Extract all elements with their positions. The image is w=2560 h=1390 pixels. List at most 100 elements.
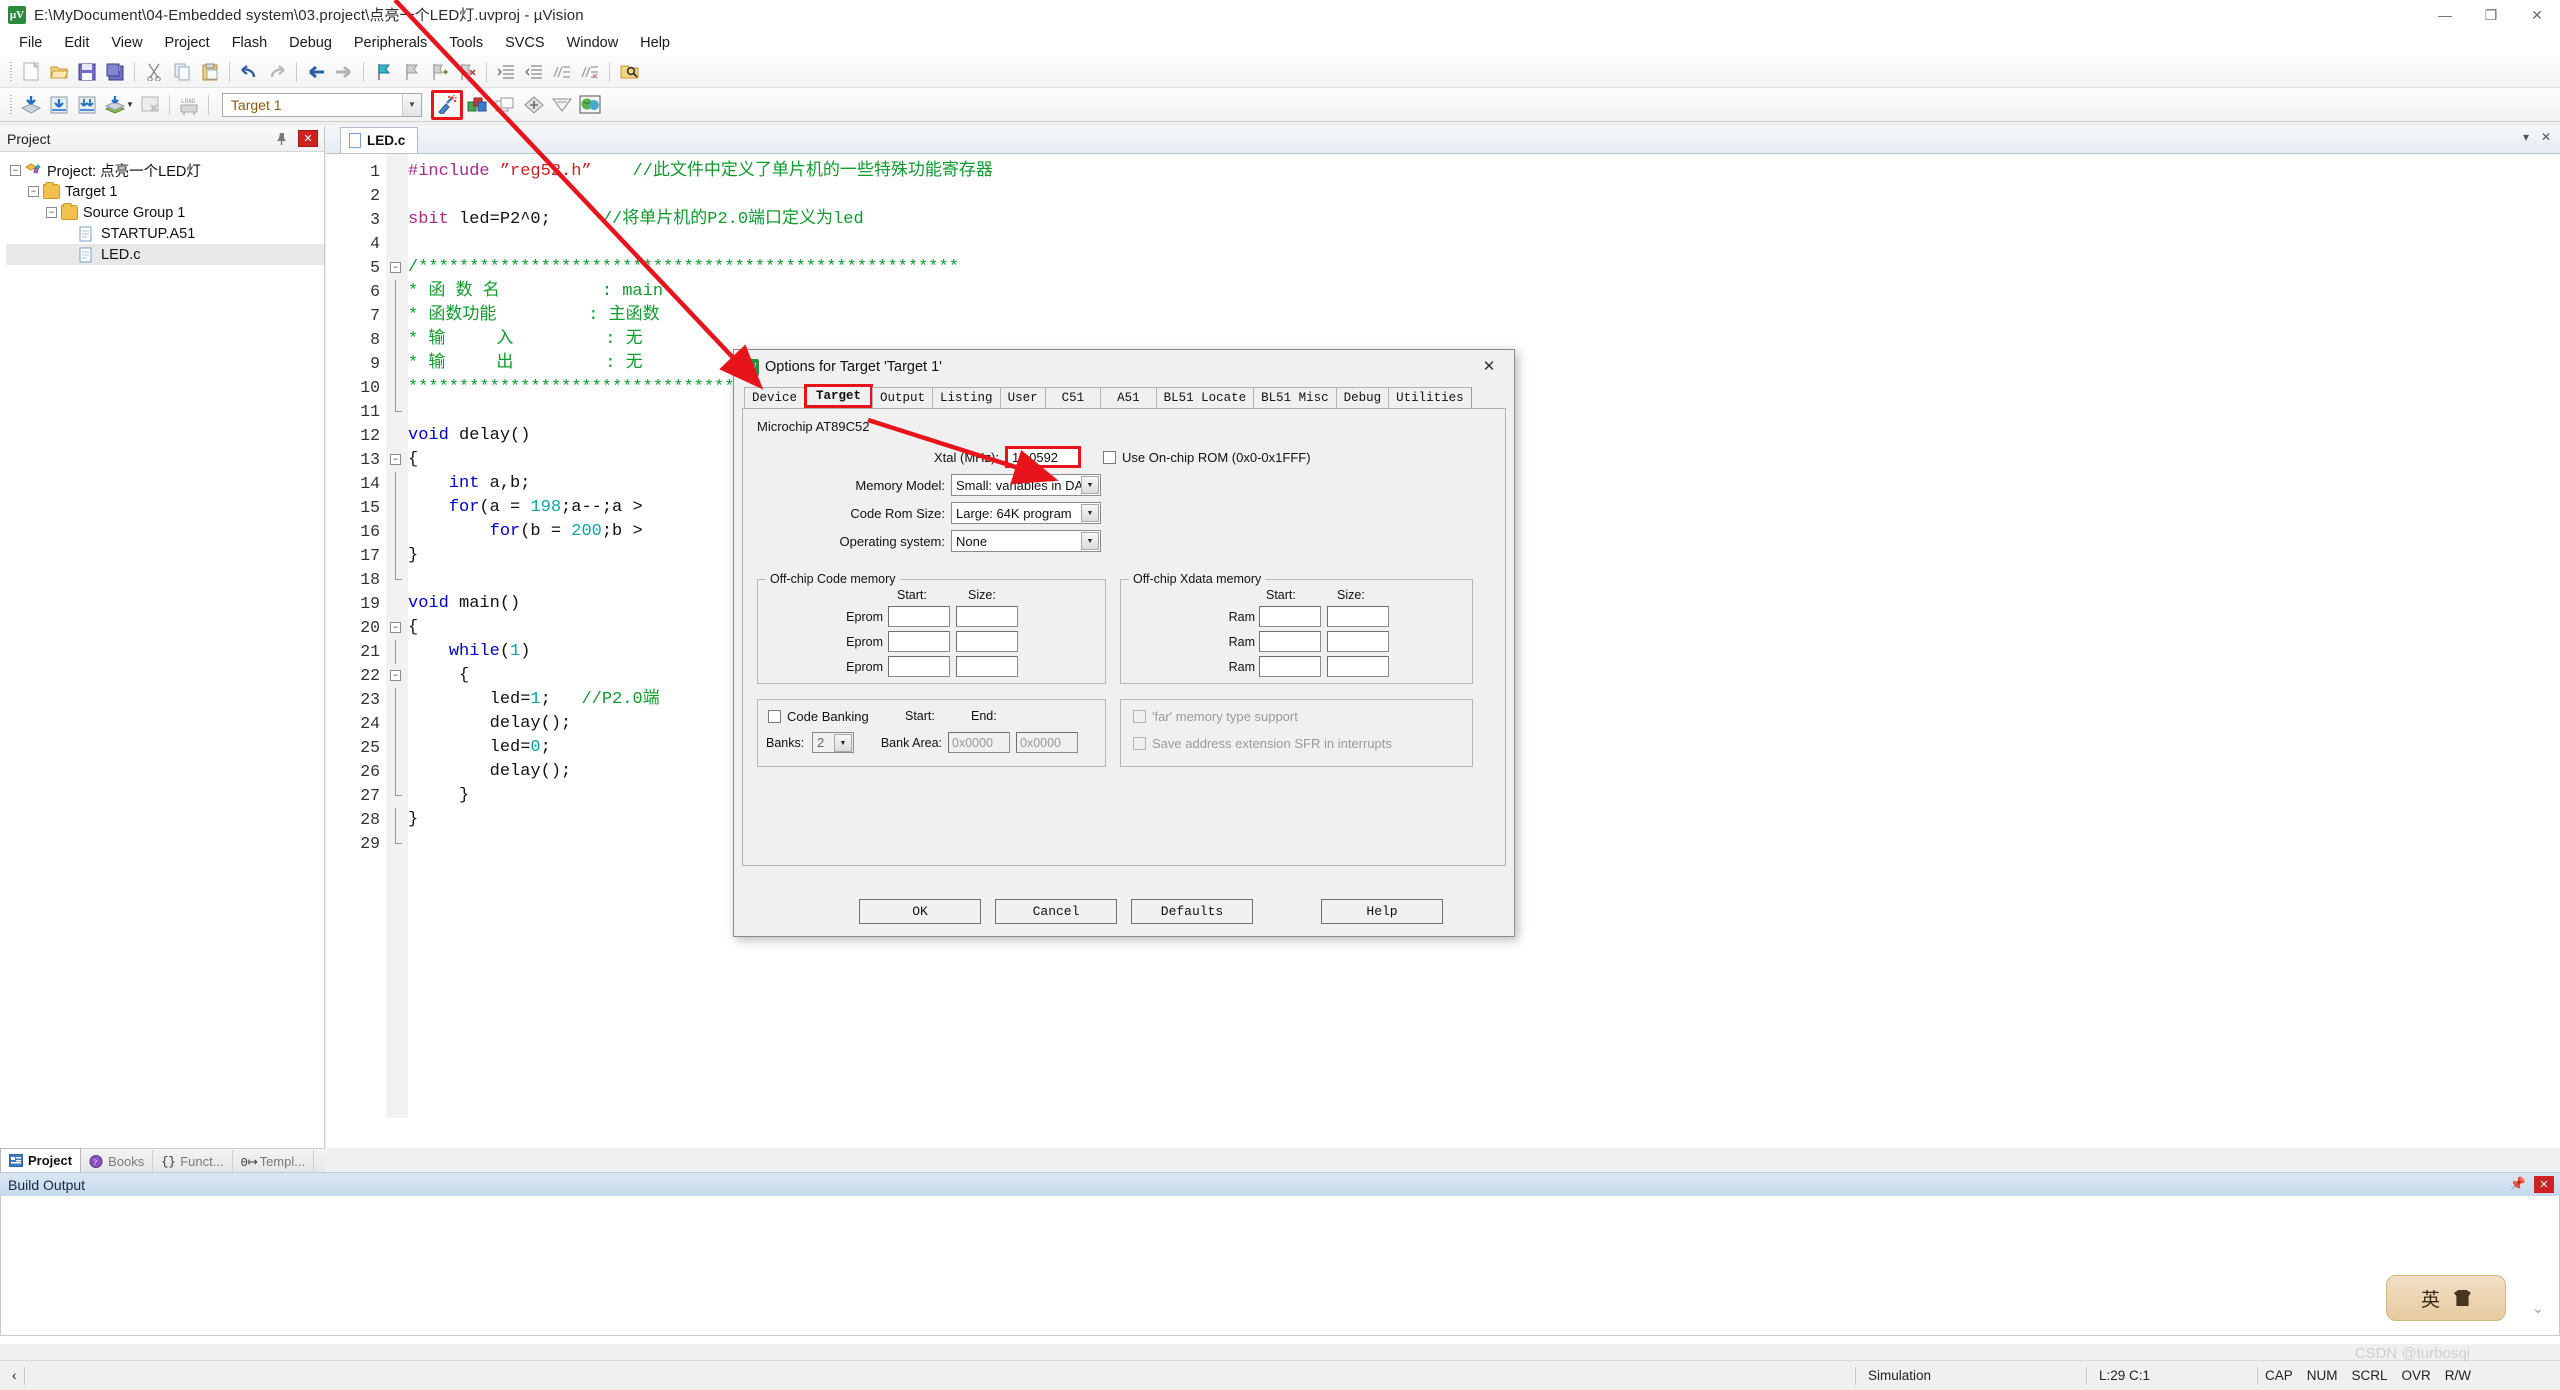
navigate-back-icon[interactable]	[303, 59, 329, 85]
editor-tab-led-c[interactable]: LED.c	[340, 127, 419, 153]
manage-run-time-env-icon[interactable]	[577, 92, 603, 118]
tab-books[interactable]: ? Books	[81, 1150, 154, 1172]
pin-icon[interactable]: 📌	[2510, 1176, 2526, 1192]
navigate-forward-icon[interactable]	[331, 59, 357, 85]
fold-toggle-icon[interactable]: −	[390, 454, 401, 465]
tree-item-source-group[interactable]: − Source Group 1	[6, 202, 324, 223]
build-icon[interactable]	[18, 92, 44, 118]
menu-project[interactable]: Project	[154, 32, 221, 54]
tab-target[interactable]: Target	[804, 384, 874, 408]
menu-debug[interactable]: Debug	[278, 32, 343, 54]
open-file-icon[interactable]	[46, 59, 72, 85]
use-onchip-rom-checkbox[interactable]	[1103, 450, 1116, 464]
code-banking-checkbox[interactable]	[768, 710, 781, 723]
chevron-down-icon[interactable]: ▼	[834, 734, 852, 752]
bank-area-end-input[interactable]: 0x0000	[1016, 732, 1078, 753]
build-output-content[interactable]	[0, 1196, 2560, 1336]
chevron-down-icon[interactable]: ⌄	[2532, 1300, 2544, 1317]
eprom-start-input-3[interactable]	[888, 656, 950, 677]
eprom-start-input-2[interactable]	[888, 631, 950, 652]
eprom-size-input-2[interactable]	[956, 631, 1018, 652]
manage-project-items-icon[interactable]	[465, 92, 491, 118]
menu-flash[interactable]: Flash	[221, 32, 278, 54]
tab-bl51-locate[interactable]: BL51 Locate	[1155, 387, 1255, 408]
menu-help[interactable]: Help	[629, 32, 681, 54]
indent-icon[interactable]	[493, 59, 519, 85]
close-icon[interactable]: ✕	[2538, 129, 2554, 145]
fold-toggle-icon[interactable]: −	[390, 670, 401, 681]
chevron-down-icon[interactable]: ▼	[401, 93, 421, 116]
defaults-button[interactable]: Defaults	[1131, 899, 1253, 924]
save-icon[interactable]	[74, 59, 100, 85]
chevron-down-icon[interactable]: ▼	[1081, 532, 1099, 550]
ram-start-input-2[interactable]	[1259, 631, 1321, 652]
stop-build-icon[interactable]	[137, 92, 163, 118]
close-button[interactable]: ✕	[2514, 0, 2560, 30]
chevron-down-icon[interactable]: ▼	[1081, 504, 1099, 522]
ok-button[interactable]: OK	[859, 899, 981, 924]
pin-icon[interactable]	[272, 130, 290, 148]
ram-start-input-1[interactable]	[1259, 606, 1321, 627]
target-selector[interactable]: Target 1 ▼	[221, 92, 422, 117]
menu-view[interactable]: View	[100, 32, 153, 54]
tree-item-project[interactable]: − Project: 点亮一个LED灯	[6, 160, 324, 181]
redo-icon[interactable]	[264, 59, 290, 85]
find-in-files-icon[interactable]	[616, 59, 642, 85]
outdent-icon[interactable]	[521, 59, 547, 85]
expander-icon[interactable]: −	[10, 165, 21, 176]
ram-size-input-2[interactable]	[1327, 631, 1389, 652]
cancel-button[interactable]: Cancel	[995, 899, 1117, 924]
ram-size-input-1[interactable]	[1327, 606, 1389, 627]
minimize-button[interactable]: —	[2422, 0, 2468, 30]
bookmark-clear-icon[interactable]	[454, 59, 480, 85]
banks-combo[interactable]: 2 ▼	[812, 732, 854, 753]
operating-system-combo[interactable]: None ▼	[951, 530, 1101, 552]
shirt-icon[interactable]	[2454, 1290, 2471, 1306]
menu-tools[interactable]: Tools	[438, 32, 494, 54]
ime-indicator[interactable]: 英	[2386, 1275, 2506, 1321]
tree-item-startup-a51[interactable]: STARTUP.A51	[6, 223, 324, 244]
tab-c51[interactable]: C51	[1044, 387, 1102, 408]
toolbar-grip[interactable]	[7, 61, 14, 82]
fold-toggle-icon[interactable]: −	[390, 622, 401, 633]
menu-file[interactable]: File	[8, 32, 53, 54]
chevron-down-icon[interactable]: ▾	[2518, 129, 2534, 145]
tab-device[interactable]: Device	[744, 387, 806, 408]
paste-icon[interactable]	[197, 59, 223, 85]
uncomment-icon[interactable]	[577, 59, 603, 85]
menu-window[interactable]: Window	[556, 32, 630, 54]
bookmark-toggle-icon[interactable]	[370, 59, 396, 85]
rebuild-all-icon[interactable]	[74, 92, 100, 118]
undo-icon[interactable]	[236, 59, 262, 85]
build-output-scrollbar[interactable]	[0, 1344, 2560, 1360]
ram-size-input-3[interactable]	[1327, 656, 1389, 677]
restore-button[interactable]: ❐	[2468, 0, 2514, 30]
menu-svcs[interactable]: SVCS	[494, 32, 556, 54]
menu-peripherals[interactable]: Peripherals	[343, 32, 438, 54]
tab-listing[interactable]: Listing	[932, 387, 1001, 408]
close-icon[interactable]: ✕	[2534, 1176, 2554, 1193]
memory-model-combo[interactable]: Small: variables in DATA ▼	[951, 474, 1101, 496]
close-icon[interactable]: ✕	[298, 130, 318, 147]
chevron-down-icon[interactable]: ▼	[126, 100, 134, 109]
copy-icon[interactable]	[169, 59, 195, 85]
bookmark-next-icon[interactable]	[426, 59, 452, 85]
tab-a51[interactable]: A51	[1100, 387, 1157, 408]
ram-start-input-3[interactable]	[1259, 656, 1321, 677]
dialog-close-button[interactable]: ✕	[1468, 352, 1510, 380]
download-to-flash-icon[interactable]: LOAD	[176, 92, 202, 118]
help-button[interactable]: Help	[1321, 899, 1443, 924]
pack-installer-icon[interactable]	[549, 92, 575, 118]
batch-build-icon[interactable]	[102, 92, 128, 118]
comment-icon[interactable]	[549, 59, 575, 85]
xtal-input[interactable]: 11.0592	[1005, 446, 1081, 468]
tab-functions[interactable]: {} Funct...	[153, 1150, 233, 1172]
tab-user[interactable]: User	[999, 387, 1046, 408]
save-all-icon[interactable]	[102, 59, 128, 85]
eprom-start-input-1[interactable]	[888, 606, 950, 627]
chevron-down-icon[interactable]: ▼	[1081, 476, 1099, 494]
expander-icon[interactable]: −	[28, 186, 39, 197]
tab-bl51-misc[interactable]: BL51 Misc	[1253, 387, 1337, 408]
tab-debug[interactable]: Debug	[1335, 387, 1390, 408]
code-folding-gutter[interactable]: − − − −	[386, 154, 408, 1118]
